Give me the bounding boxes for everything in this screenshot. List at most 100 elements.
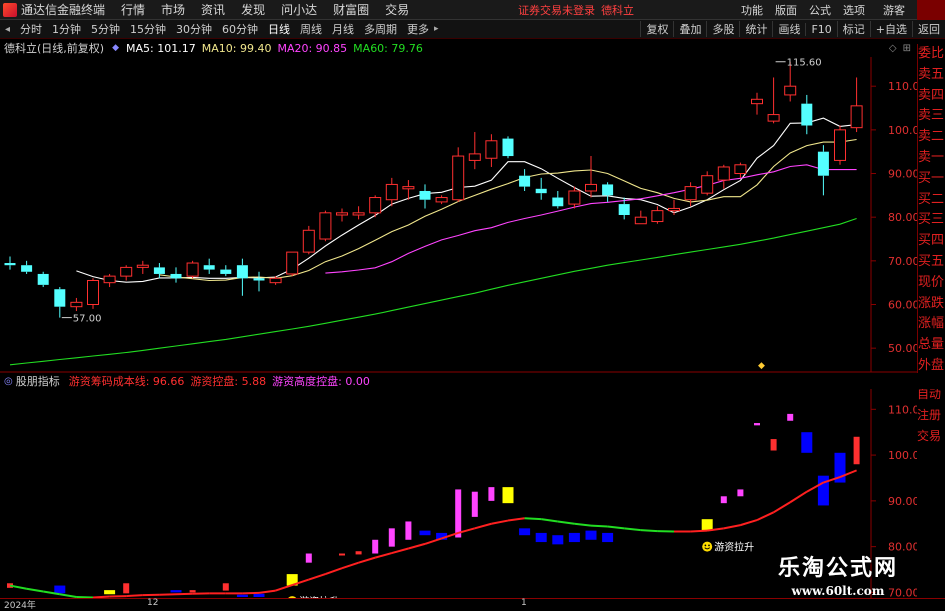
candle[interactable]: [88, 278, 99, 309]
menu-function[interactable]: 功能: [735, 2, 769, 18]
side-item-buy4[interactable]: 买四: [918, 231, 945, 252]
tab-daily[interactable]: 日线: [263, 21, 295, 37]
candle[interactable]: [818, 145, 829, 195]
candle[interactable]: [71, 298, 82, 311]
back-button[interactable]: 返回: [912, 21, 945, 37]
menu-market[interactable]: 市场: [153, 1, 193, 18]
candle[interactable]: [436, 195, 447, 204]
menu-options[interactable]: 选项: [837, 2, 871, 18]
guest-label[interactable]: 游客: [871, 2, 917, 18]
side-item-price[interactable]: 现价: [918, 273, 945, 294]
side-item-register[interactable]: 注册: [917, 405, 945, 426]
chevron-left-icon[interactable]: ◂: [0, 24, 15, 35]
side-item-trade[interactable]: 交易: [917, 426, 945, 447]
side-item-volume[interactable]: 总量: [918, 335, 945, 356]
candle[interactable]: [835, 125, 846, 164]
candle[interactable]: [21, 261, 32, 274]
candle[interactable]: [752, 93, 763, 115]
side-item-buy1[interactable]: 买一: [918, 169, 945, 190]
side-item-sell1[interactable]: 卖一: [918, 148, 945, 169]
candle[interactable]: [121, 265, 132, 280]
side-item-change-pct[interactable]: 涨幅: [918, 314, 945, 335]
candle[interactable]: [370, 195, 381, 217]
candle[interactable]: [254, 272, 265, 292]
candle[interactable]: [353, 206, 364, 219]
candle[interactable]: [5, 256, 16, 269]
side-item-sell2[interactable]: 卖二: [918, 127, 945, 148]
candle[interactable]: [420, 184, 431, 208]
tab-multi-period[interactable]: 多周期: [359, 21, 402, 37]
side-item-buy3[interactable]: 买三: [918, 210, 945, 231]
candle[interactable]: [104, 274, 115, 287]
draw-line-button[interactable]: 画线: [772, 21, 805, 37]
multi-stock-button[interactable]: 多股: [706, 21, 739, 37]
tab-5min[interactable]: 5分钟: [86, 21, 125, 37]
side-item-buy5[interactable]: 买五: [918, 252, 945, 273]
menu-discover[interactable]: 发现: [233, 1, 273, 18]
candle[interactable]: [635, 211, 646, 224]
indicator-name[interactable]: 股朋指标: [16, 373, 66, 389]
add-watchlist-button[interactable]: +自选: [870, 21, 912, 37]
candle[interactable]: [237, 259, 248, 296]
tab-60min[interactable]: 60分钟: [217, 21, 263, 37]
menu-trade[interactable]: 交易: [377, 1, 417, 18]
candle[interactable]: [303, 226, 314, 254]
candle[interactable]: [220, 265, 231, 276]
candle[interactable]: [602, 182, 613, 202]
candle[interactable]: [503, 136, 514, 158]
candle[interactable]: [801, 95, 812, 134]
indicator-toggle-icon[interactable]: ◎: [0, 376, 16, 387]
menu-news[interactable]: 资讯: [193, 1, 233, 18]
side-item-ratio[interactable]: 委比: [918, 44, 945, 65]
candle[interactable]: [320, 211, 331, 242]
side-item-change[interactable]: 涨跌: [918, 294, 945, 315]
candle[interactable]: [154, 263, 165, 278]
menu-layout[interactable]: 版面: [769, 2, 803, 18]
adjust-button[interactable]: 复权: [640, 21, 673, 37]
candle[interactable]: [702, 171, 713, 195]
side-item-sell3[interactable]: 卖三: [918, 106, 945, 127]
candle[interactable]: [536, 178, 547, 200]
overlay-button[interactable]: 叠加: [673, 21, 706, 37]
candle[interactable]: [386, 178, 397, 206]
candle[interactable]: [469, 132, 480, 169]
candle[interactable]: [718, 165, 729, 189]
candle[interactable]: [486, 134, 497, 167]
statistics-button[interactable]: 统计: [739, 21, 772, 37]
tab-monthly[interactable]: 月线: [327, 21, 359, 37]
tab-more[interactable]: 更多: [402, 21, 434, 37]
candle[interactable]: [287, 252, 298, 276]
candle[interactable]: [552, 191, 563, 208]
tab-intraday[interactable]: 分时: [15, 21, 47, 37]
candle[interactable]: [685, 182, 696, 206]
candle[interactable]: [337, 208, 348, 221]
more-arrow-icon[interactable]: ▸: [434, 24, 443, 34]
candle[interactable]: [187, 261, 198, 278]
menu-quote[interactable]: 行情: [113, 1, 153, 18]
tab-weekly[interactable]: 周线: [295, 21, 327, 37]
candle[interactable]: [171, 267, 182, 282]
candle[interactable]: [54, 287, 65, 318]
side-item-sell4[interactable]: 卖四: [918, 86, 945, 107]
signal-marker[interactable]: 游资拉升: [702, 541, 754, 554]
candle[interactable]: [38, 272, 49, 287]
candle[interactable]: [586, 156, 597, 197]
candle[interactable]: [137, 261, 148, 274]
settings-toggle-icon[interactable]: ◆: [108, 43, 123, 53]
login-notice[interactable]: 证券交易未登录: [518, 2, 595, 18]
candle[interactable]: [768, 77, 779, 123]
menu-formula[interactable]: 公式: [803, 2, 837, 18]
candle[interactable]: [652, 206, 663, 223]
tab-1min[interactable]: 1分钟: [47, 21, 86, 37]
candlestick-chart[interactable]: 50.0060.0070.0080.0090.00100.00110.00 11…: [0, 57, 917, 373]
menu-ask[interactable]: 问小达: [273, 1, 325, 18]
tab-15min[interactable]: 15分钟: [125, 21, 171, 37]
diamond-icon[interactable]: ◇: [889, 43, 903, 54]
menu-wealth[interactable]: 财富圈: [325, 1, 377, 18]
candle[interactable]: [851, 77, 862, 132]
side-item-sell5[interactable]: 卖五: [918, 65, 945, 86]
tab-30min[interactable]: 30分钟: [171, 21, 217, 37]
mark-button[interactable]: 标记: [837, 21, 870, 37]
candle[interactable]: [453, 147, 464, 202]
side-item-buy2[interactable]: 买二: [918, 190, 945, 211]
